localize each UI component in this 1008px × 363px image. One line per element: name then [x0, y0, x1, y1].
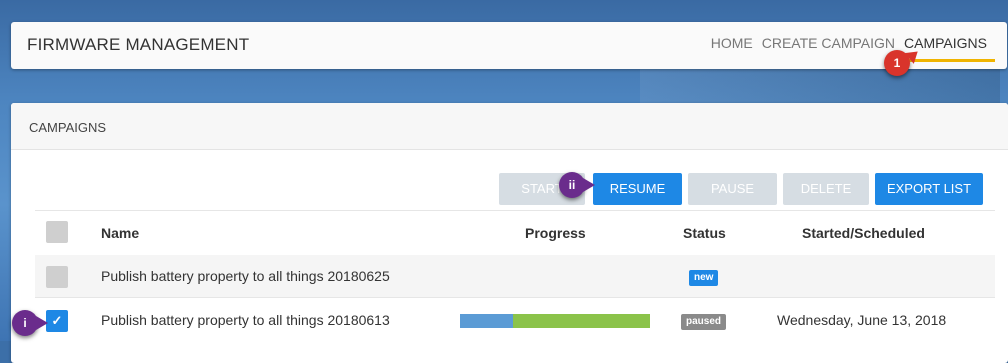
campaigns-panel: CAMPAIGNS START RESUME PAUSE DELETE EXPO… — [11, 103, 1008, 363]
panel-title: CAMPAIGNS — [29, 120, 107, 135]
col-status-header[interactable]: Status — [683, 225, 726, 241]
select-all-checkbox[interactable] — [46, 221, 68, 243]
nav-home[interactable]: HOME — [711, 35, 753, 51]
app-title: FIRMWARE MANAGEMENT — [27, 35, 250, 54]
row-checkbox[interactable] — [46, 266, 68, 288]
nav-create-campaign[interactable]: CREATE CAMPAIGN — [762, 35, 895, 51]
started-date: Wednesday, June 13, 2018 — [777, 312, 947, 328]
progress-segment-rest — [513, 314, 650, 328]
progress-bar — [460, 314, 650, 328]
nav-campaigns[interactable]: CAMPAIGNS — [894, 35, 995, 62]
callout-i: i — [12, 310, 48, 336]
progress-segment-done — [460, 314, 513, 328]
table-divider — [35, 210, 995, 211]
delete-button[interactable]: DELETE — [783, 173, 869, 205]
col-started-header[interactable]: Started/Scheduled — [802, 225, 925, 241]
top-bar: FIRMWARE MANAGEMENT HOME CREATE CAMPAIGN… — [11, 22, 1007, 69]
row-checkbox-checked[interactable]: ✓ — [46, 310, 68, 332]
callout-ii: ii — [559, 172, 595, 198]
pause-button[interactable]: PAUSE — [688, 173, 777, 205]
export-list-button[interactable]: EXPORT LIST — [875, 173, 983, 205]
callout-1: 1 — [884, 50, 910, 76]
campaign-name: Publish battery property to all things 2… — [101, 268, 390, 284]
table-header-row: Name Progress Status Started/Scheduled — [35, 221, 995, 251]
resume-button[interactable]: RESUME — [593, 173, 682, 205]
status-badge: paused — [681, 314, 727, 330]
col-progress-header[interactable]: Progress — [525, 225, 586, 241]
campaign-name: Publish battery property to all things 2… — [101, 312, 390, 328]
top-nav: HOME CREATE CAMPAIGN CAMPAIGNS — [711, 35, 995, 62]
action-toolbar: START RESUME PAUSE DELETE EXPORT LIST — [11, 173, 1008, 205]
table-row[interactable]: ✓ Publish battery property to all things… — [35, 298, 995, 342]
col-name-header[interactable]: Name — [101, 225, 139, 241]
table-row[interactable]: Publish battery property to all things 2… — [35, 255, 995, 297]
status-badge: new — [689, 270, 719, 286]
panel-header: CAMPAIGNS — [11, 103, 1008, 150]
